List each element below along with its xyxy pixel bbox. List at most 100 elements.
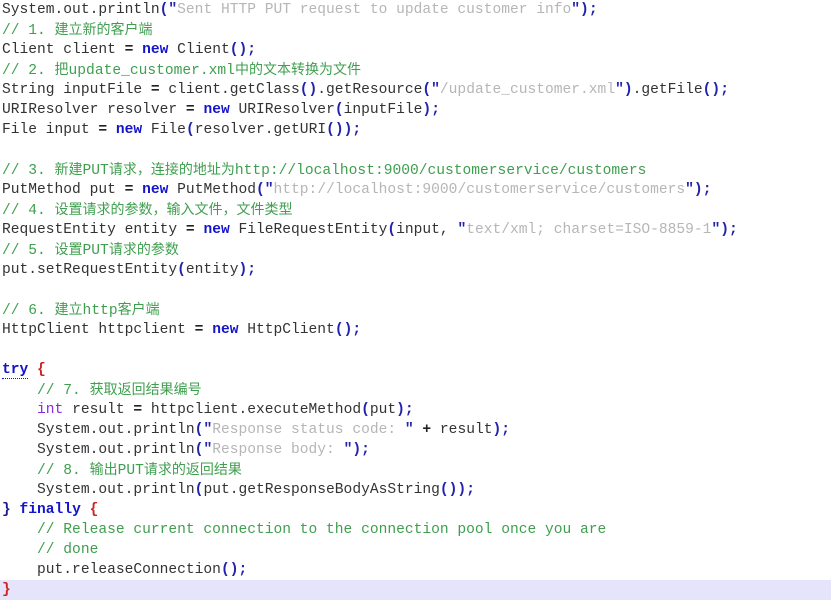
code-token-comment: 设置 xyxy=(54,242,83,258)
code-line[interactable]: Client client = new Client(); xyxy=(0,40,831,60)
code-token-punct: ; xyxy=(702,182,712,198)
code-token-plain: File xyxy=(142,122,186,138)
code-line[interactable] xyxy=(0,140,831,160)
code-token-punct: " xyxy=(457,222,467,238)
code-token-punct: ) xyxy=(457,482,467,498)
code-line[interactable]: try { xyxy=(0,360,831,380)
code-token-punct: ; xyxy=(728,222,738,238)
code-line[interactable]: String inputFile = client.getClass().get… xyxy=(0,80,831,100)
code-token-plain: .getFile xyxy=(632,82,703,98)
code-token-comment: 请求的返回结果 xyxy=(143,462,242,478)
code-token-punct: ; xyxy=(352,122,362,138)
code-token-plain: URIResolver xyxy=(229,102,335,118)
code-token-comment: PUT xyxy=(117,463,144,479)
code-token-keyword: new xyxy=(142,182,169,198)
code-line[interactable]: RequestEntity entity = new FileRequestEn… xyxy=(0,220,831,240)
code-line[interactable]: // 5. 设置PUT请求的参数 xyxy=(0,240,831,260)
code-token-punct: ( xyxy=(177,262,186,278)
code-token-punct: " xyxy=(203,442,213,458)
code-token-punct: " xyxy=(615,82,624,98)
code-token-comment: 请求，连接的地址为 xyxy=(108,162,235,178)
code-token-plain: String inputFile xyxy=(2,82,151,98)
code-line[interactable]: URIResolver resolver = new URIResolver(i… xyxy=(0,100,831,120)
code-token-comment: // Release current connection to the con… xyxy=(2,522,607,538)
code-line[interactable]: PutMethod put = new PutMethod("http://lo… xyxy=(0,180,831,200)
code-line[interactable]: // 2. 把update_customer.xml中的文本转换为文件 xyxy=(0,60,831,80)
code-token-comment: 输出 xyxy=(89,462,118,478)
code-token-plain: input, xyxy=(396,222,458,238)
code-token-red: { xyxy=(37,362,46,378)
code-line[interactable]: File input = new File(resolver.getURI())… xyxy=(0,120,831,140)
code-token-punct: () xyxy=(220,562,239,578)
code-line[interactable]: // Release current connection to the con… xyxy=(0,520,831,540)
code-line[interactable]: // done xyxy=(0,540,831,560)
code-token-punct: ; xyxy=(431,102,440,118)
code-token-punct: () xyxy=(702,82,721,98)
code-token-plain: RequestEntity entity xyxy=(2,222,186,238)
code-line[interactable]: put.setRequestEntity(entity); xyxy=(0,260,831,280)
code-token-comment: // 1. xyxy=(2,23,55,39)
code-token-punct: " xyxy=(168,2,178,18)
code-line[interactable]: System.out.println("Sent HTTP PUT reques… xyxy=(0,0,831,20)
code-token-string: http://localhost:9000/customerservice/cu… xyxy=(273,182,686,198)
code-token-punct: ) xyxy=(693,182,703,198)
code-line[interactable]: int result = httpclient.executeMethod(pu… xyxy=(0,400,831,420)
code-token-comment: http xyxy=(82,303,118,319)
code-line[interactable]: // 8. 输出PUT请求的返回结果 xyxy=(0,460,831,480)
code-token-navy: } xyxy=(2,502,11,518)
code-token-string: Sent HTTP PUT request to update customer… xyxy=(177,2,572,18)
code-line[interactable]: put.releaseConnection(); xyxy=(0,560,831,580)
code-line[interactable]: } finally { xyxy=(0,500,831,520)
code-token-punct: " xyxy=(203,422,213,438)
code-token-type: int xyxy=(37,402,64,418)
code-token-plain: HttpClient httpclient xyxy=(2,322,195,338)
code-token-comment: // 6. xyxy=(2,303,55,319)
code-line[interactable]: // 6. 建立http客户端 xyxy=(0,300,831,320)
code-token-punct: " xyxy=(404,422,414,438)
code-token-plain: inputFile xyxy=(343,102,423,118)
code-token-punct: () xyxy=(326,122,344,138)
code-token-op: = xyxy=(185,102,195,118)
code-line[interactable]: // 3. 新建PUT请求，连接的地址为http://localhost:900… xyxy=(0,160,831,180)
code-token-punct: ) xyxy=(623,82,633,98)
code-token-comment: // 8. xyxy=(2,463,90,479)
code-line[interactable]: System.out.println("Response status code… xyxy=(0,420,831,440)
code-token-red: } xyxy=(2,582,11,598)
code-line[interactable]: HttpClient httpclient = new HttpClient()… xyxy=(0,320,831,340)
code-line[interactable]: System.out.println(put.getResponseBodyAs… xyxy=(0,480,831,500)
code-token-comment: // 2. xyxy=(2,63,55,79)
code-token-punct: " xyxy=(711,222,721,238)
code-token-comment: http://localhost:9000/customerservice/cu… xyxy=(234,163,647,179)
code-token-punct: ; xyxy=(361,442,370,458)
code-token-comment: update_customer.xml xyxy=(68,63,235,79)
code-line[interactable]: System.out.println("Response body: "); xyxy=(0,440,831,460)
code-editor[interactable]: System.out.println("Sent HTTP PUT reques… xyxy=(0,0,831,600)
code-token-punct: ( xyxy=(422,82,432,98)
code-token-punct: ; xyxy=(466,482,475,498)
code-token-punct: ( xyxy=(361,402,370,418)
code-token-comment: // 5. xyxy=(2,243,55,259)
code-line[interactable]: // 4. 设置请求的参数，输入文件，文件类型 xyxy=(0,200,831,220)
code-token-plain: System.out.println xyxy=(2,2,160,18)
code-token-punct: ; xyxy=(247,42,257,58)
code-token-punct: " xyxy=(264,182,274,198)
code-token-plain: File input xyxy=(2,122,99,138)
code-line[interactable]: // 1. 建立新的客户端 xyxy=(0,20,831,40)
code-token-plain: put.getResponseBodyAsString xyxy=(203,482,440,498)
code-line[interactable] xyxy=(0,280,831,300)
code-line[interactable] xyxy=(0,340,831,360)
code-token-plain: result xyxy=(431,422,493,438)
code-token-punct: " xyxy=(685,182,694,198)
code-line[interactable]: // 7. 获取返回结果编号 xyxy=(0,380,831,400)
code-token-plain: FileRequestEntity xyxy=(229,222,388,238)
code-line[interactable]: } xyxy=(0,580,831,600)
code-token-punct: ; xyxy=(501,422,511,438)
code-token-punct: ; xyxy=(352,322,362,338)
code-token-comment: 客户端 xyxy=(117,302,160,318)
code-token-punct: ) xyxy=(422,102,432,118)
code-token-keyword: finally xyxy=(19,502,81,518)
